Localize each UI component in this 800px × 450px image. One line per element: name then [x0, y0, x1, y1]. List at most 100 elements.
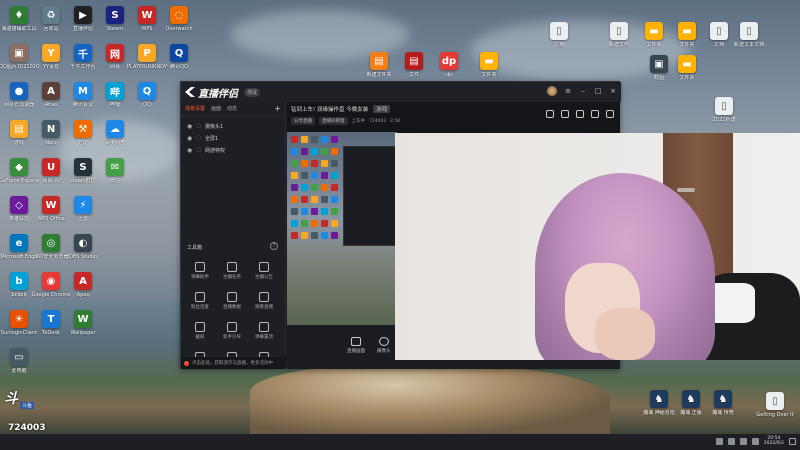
desktop-icon[interactable]: ▭ 此电脑 [0, 348, 38, 388]
lock-icon[interactable]: ▢ [196, 123, 201, 129]
desktop-icon[interactable]: Q 腾讯QQ [160, 44, 198, 84]
desktop-icon[interactable]: ▯ 2022新建 [705, 97, 743, 137]
desktop-icon[interactable]: ▯ Getting Over It [756, 392, 794, 432]
preview-icon [301, 232, 308, 239]
camera-source-label: 摄像头 [377, 349, 391, 354]
add-scene-icon[interactable]: + [274, 104, 281, 113]
tool-button[interactable]: 新手引导 [219, 322, 245, 344]
notification-icon[interactable] [789, 437, 796, 445]
tab-scene[interactable]: 场景设置 [185, 105, 205, 112]
desktop-icon-label: YY语音 [42, 64, 60, 70]
share-button[interactable]: 分享直播 [291, 117, 315, 125]
help-icon[interactable]: ? [270, 242, 278, 250]
desktop-icon-label: Steam [106, 26, 124, 32]
webcam-feed [395, 133, 800, 360]
room-manage-button[interactable]: 直播间管理 [319, 117, 348, 125]
preview-icon [301, 220, 308, 227]
screen-source-button[interactable]: 直播画面 [347, 337, 365, 354]
scene-item[interactable]: ◉ ▢ 网游特权 [181, 144, 285, 156]
screen-source-label: 直播画面 [347, 349, 365, 354]
settings-icon[interactable] [591, 110, 599, 118]
desktop-icon[interactable]: A Apex [64, 272, 102, 312]
share-icon[interactable] [606, 110, 614, 118]
desktop-icon-label: 直播伴侣 [72, 26, 93, 32]
preview-icon [311, 172, 318, 179]
scene-item[interactable]: ◉ ▢ 全屏1 [181, 132, 285, 144]
app-icon: ☀ [10, 310, 28, 328]
eye-icon[interactable]: ◉ [187, 123, 192, 130]
close-icon[interactable]: × [609, 87, 617, 95]
tool-button[interactable]: 弹幕助手 [187, 262, 213, 284]
tool-icon [227, 292, 237, 302]
stream-header: 钻到上车! 双缘操作直 今晚女装 游戏 分享直播 直播间管理 上车中 72400… [287, 102, 620, 130]
desktop-icon[interactable]: ▬ 文件夹 [668, 55, 706, 95]
desktop-icon[interactable]: ▯ 文档 [540, 22, 578, 62]
tool-button[interactable]: 主播任务 [219, 262, 245, 284]
app-icon: ▯ [550, 22, 568, 40]
desktop-icon-label: 网易 [109, 64, 120, 70]
desktop-icon[interactable]: ◌ Overwatch [160, 6, 198, 46]
minimize-icon[interactable]: – [579, 87, 587, 95]
desktop-icon-label: WPS [141, 26, 153, 32]
desktop-icon-label: 哔哩 [109, 102, 120, 108]
tool-button[interactable]: 弹幕置顶 [251, 322, 277, 344]
avatar[interactable] [547, 86, 557, 96]
tool-button[interactable]: 粉丝连麦 [187, 292, 213, 314]
tool-icon [227, 322, 237, 332]
desktop-icon-label: 百度网盘 [104, 140, 125, 146]
app-icon: P [138, 44, 156, 62]
desktop-icon-label: 新建文件夹 [366, 72, 392, 78]
chevron-up-icon[interactable] [715, 437, 723, 445]
desktop-icon-label: bilibili [11, 292, 27, 298]
network-icon[interactable] [727, 437, 735, 445]
desktop-icon[interactable]: ✉ 微信 [96, 158, 134, 198]
tool-button[interactable]: 观看直播 [251, 292, 277, 314]
eye-icon[interactable]: ◉ [187, 135, 192, 142]
desktop-icon[interactable]: ⚡ 迅雷 [64, 196, 102, 236]
app-icon: W [42, 196, 60, 214]
desktop-icon-label: 英雄联盟 [8, 216, 29, 222]
app-titlebar[interactable]: 直播伴侣 测试 ≡ – □ × [181, 82, 621, 102]
desktop-icon[interactable]: ♞ 魔域 传奇 [704, 390, 742, 430]
app-icon: ▬ [480, 52, 498, 70]
eye-icon[interactable]: ◉ [187, 147, 192, 154]
desktop-icon-label: 2022新建 [712, 117, 736, 123]
lock-icon[interactable] [561, 110, 569, 118]
preview-icon [321, 136, 328, 143]
app-icon: ▣ [10, 44, 28, 62]
desktop-icon[interactable]: ▯ 新建文本文档 [730, 22, 768, 62]
tab-screen[interactable]: 画面 [211, 105, 221, 112]
screen-preview[interactable] [287, 132, 397, 325]
desktop-icon[interactable]: ☁ 百度网盘 [96, 120, 134, 160]
desktop-icon[interactable]: ◐ OBS Studio [64, 234, 102, 274]
app-icon: ● [10, 82, 28, 100]
tab-dynamic[interactable]: 动态 [227, 105, 237, 112]
tool-button[interactable]: 截屏 [187, 322, 213, 344]
clock[interactable]: 20:54 2022/6/2 [764, 436, 784, 446]
monitor-icon [351, 337, 361, 346]
tool-icon [195, 322, 205, 332]
app-icon: ▣ [650, 55, 668, 73]
brand-logo: 斗 [4, 391, 18, 407]
desktop-icon[interactable]: Q QQ [128, 82, 166, 122]
scene-item[interactable]: ◉ ▢ 摄像头1 [181, 120, 285, 132]
app-icon: b [10, 272, 28, 290]
camera-icon[interactable] [576, 110, 584, 118]
lock-icon[interactable]: ▢ [196, 147, 201, 153]
app-icon: S [106, 6, 124, 24]
maximize-icon[interactable]: □ [594, 87, 602, 95]
lock-icon[interactable]: ▢ [196, 135, 201, 141]
category-tag[interactable]: 游戏 [373, 105, 391, 113]
gift-icon[interactable] [546, 110, 554, 118]
ime-icon[interactable] [751, 437, 759, 445]
camera-source-button[interactable]: 摄像头 [377, 337, 391, 354]
menu-icon[interactable]: ≡ [564, 87, 572, 95]
notice-bar[interactable]: 点击此处，获取演示与直播，更多活动中 [181, 357, 286, 369]
app-icon: ◌ [170, 6, 188, 24]
desktop-icon[interactable]: W Wallpaper [64, 310, 102, 350]
stream-title[interactable]: 钻到上车! 双缘操作直 今晚女装 [291, 105, 368, 113]
desktop-icon[interactable]: ▯ 新建文件 [600, 22, 638, 62]
volume-icon[interactable] [739, 437, 747, 445]
tool-button[interactable]: 直播数据 [219, 292, 245, 314]
tool-button[interactable]: 主播公告 [251, 262, 277, 284]
